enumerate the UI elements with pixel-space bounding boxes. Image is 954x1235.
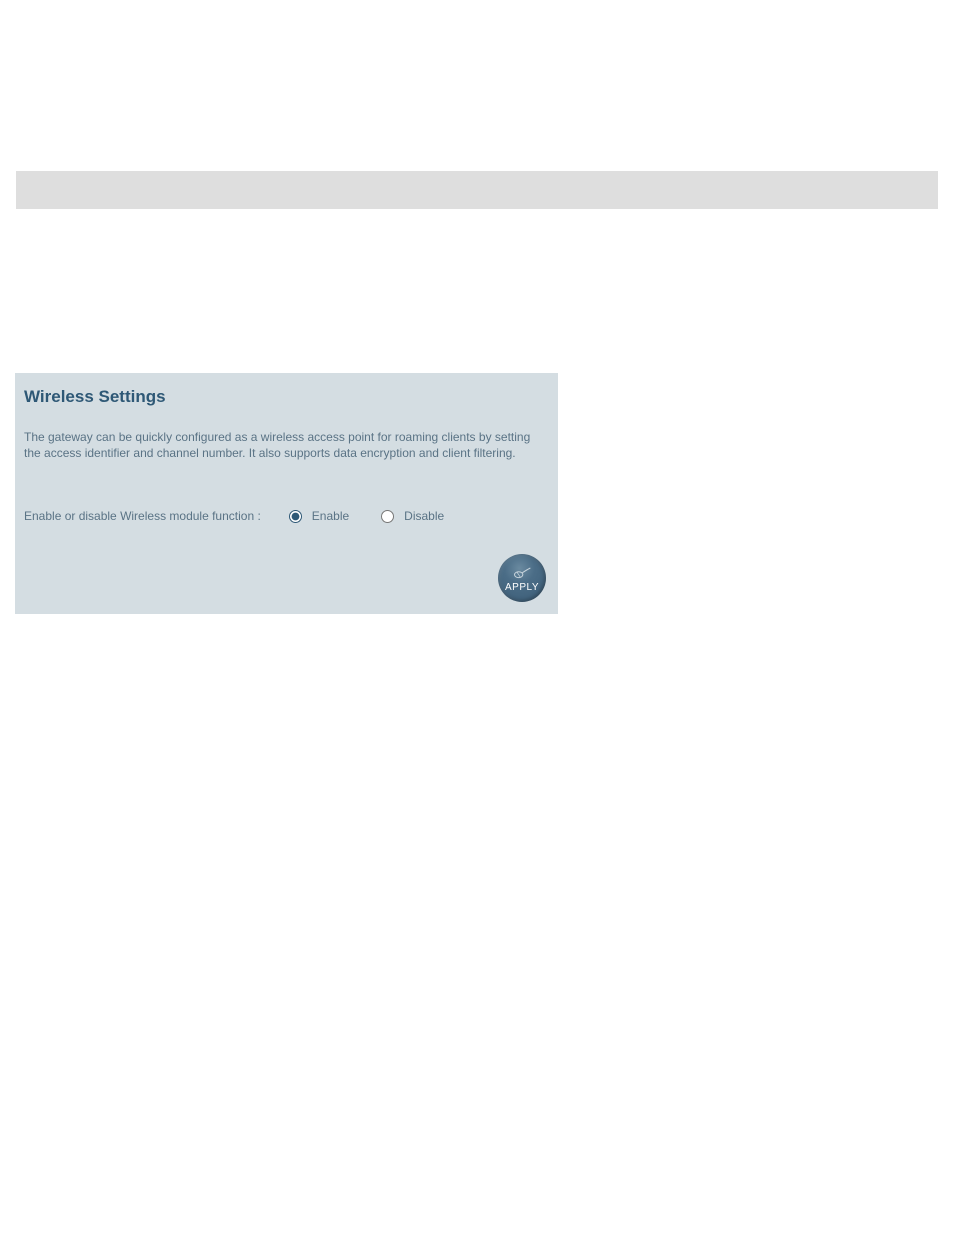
mouse-icon xyxy=(512,566,532,583)
wireless-enable-row: Enable or disable Wireless module functi… xyxy=(24,509,549,523)
enable-radio[interactable] xyxy=(289,510,302,523)
top-bar xyxy=(16,171,938,209)
disable-label: Disable xyxy=(404,509,444,523)
wireless-settings-panel: Wireless Settings The gateway can be qui… xyxy=(15,373,558,614)
panel-title: Wireless Settings xyxy=(24,387,549,407)
enable-label: Enable xyxy=(312,509,349,523)
radio-group: Enable Disable xyxy=(281,509,462,523)
apply-button[interactable]: APPLY xyxy=(498,554,546,602)
apply-button-label: APPLY xyxy=(505,583,539,593)
radio-row-label: Enable or disable Wireless module functi… xyxy=(24,509,261,523)
panel-description: The gateway can be quickly configured as… xyxy=(24,429,549,461)
disable-radio[interactable] xyxy=(381,510,394,523)
